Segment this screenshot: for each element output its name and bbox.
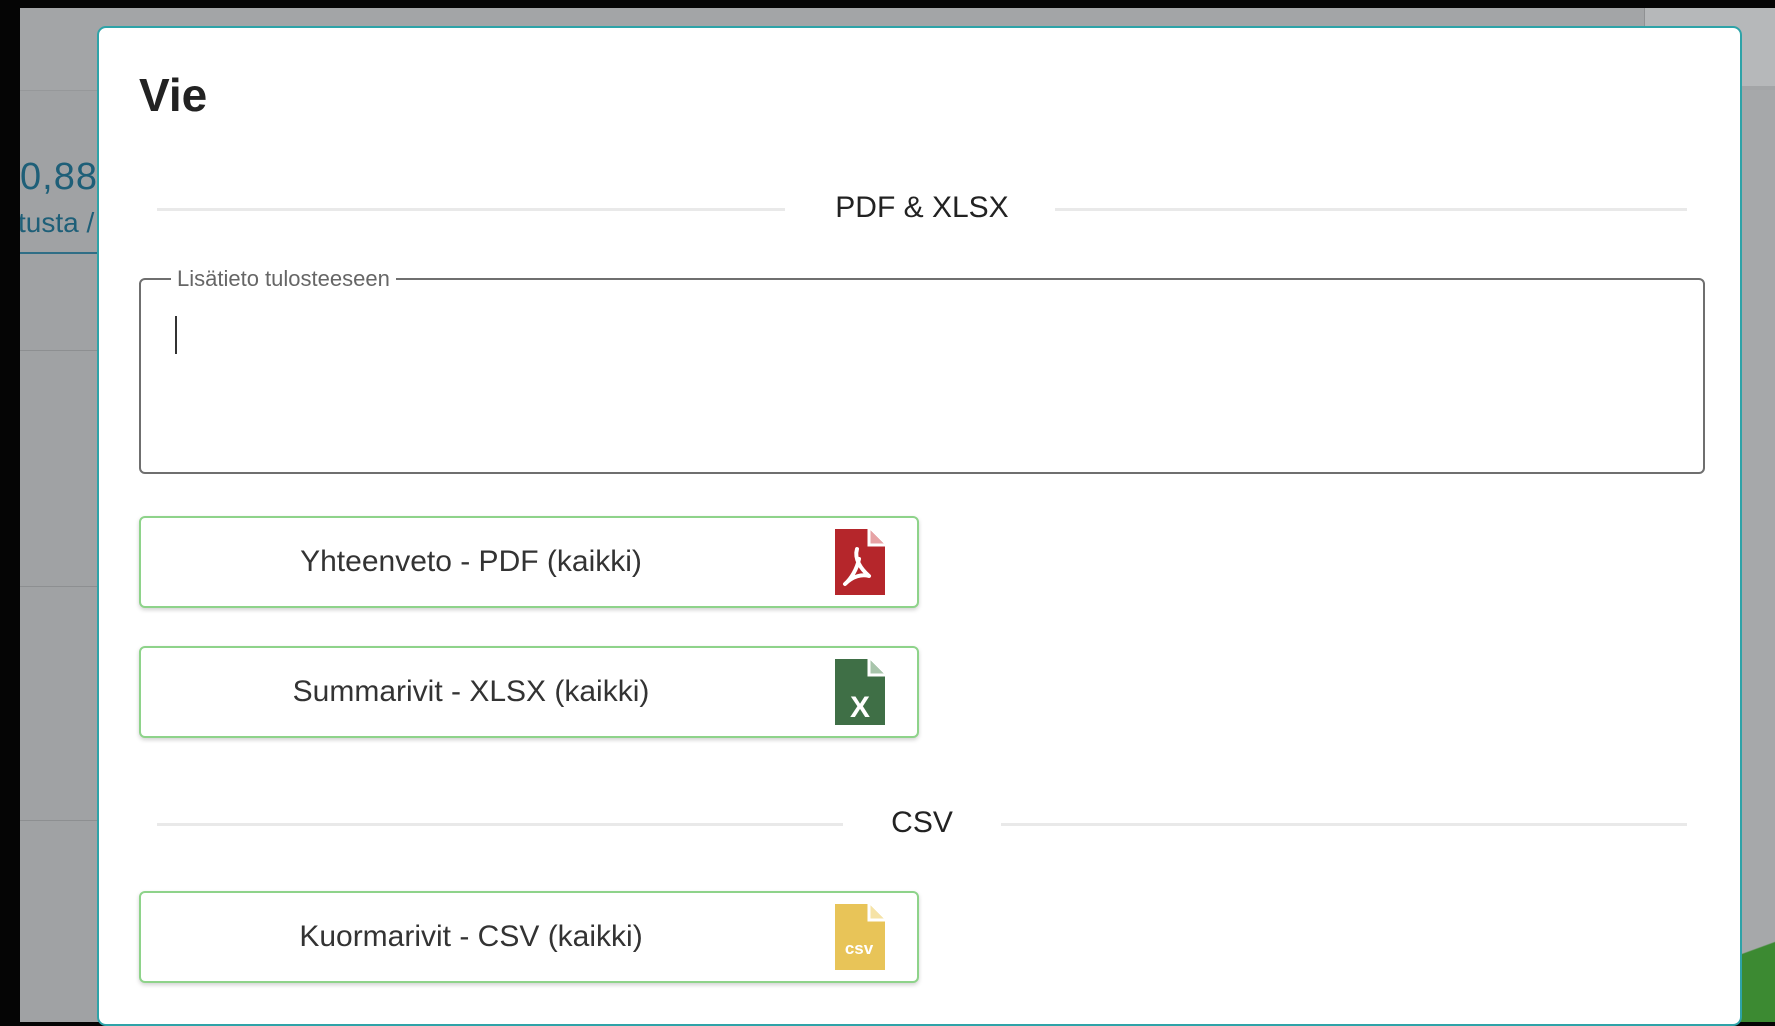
section-divider-csv: CSV — [157, 803, 1687, 843]
export-summary-rows-xlsx-button[interactable]: Summarivit - XLSX (kaikki) X — [139, 646, 919, 738]
button-label: Yhteenveto - PDF (kaikki) — [300, 545, 642, 578]
section-heading-csv: CSV — [891, 806, 953, 839]
dialog-title: Vie — [139, 69, 208, 121]
notes-field-label: Lisätieto tulosteeseen — [171, 266, 396, 292]
button-label: Kuormarivit - CSV (kaikki) — [299, 920, 643, 953]
section-divider-pdf-xlsx: PDF & XLSX — [157, 188, 1687, 228]
button-label: Summarivit - XLSX (kaikki) — [292, 675, 650, 708]
background-stat-value: 0,88 — [20, 156, 98, 198]
csv-icon-glyph: csv — [845, 939, 874, 958]
notes-field[interactable]: Lisätieto tulosteeseen — [139, 266, 1705, 474]
section-heading-pdf-xlsx: PDF & XLSX — [835, 191, 1009, 224]
export-dialog: Vie PDF & XLSX Lisätieto tulosteeseen Yh… — [97, 26, 1742, 1026]
text-caret — [175, 316, 177, 354]
background-stat-subtitle: tusta / — [20, 207, 95, 238]
export-summary-pdf-button[interactable]: Yhteenveto - PDF (kaikki) — [139, 516, 919, 608]
pdf-file-icon — [835, 529, 885, 595]
excel-file-icon: X — [835, 659, 885, 725]
notes-textarea[interactable] — [169, 314, 1673, 458]
excel-icon-glyph: X — [850, 691, 870, 724]
csv-file-icon: csv — [835, 904, 885, 970]
export-load-rows-csv-button[interactable]: Kuormarivit - CSV (kaikki) csv — [139, 891, 919, 983]
